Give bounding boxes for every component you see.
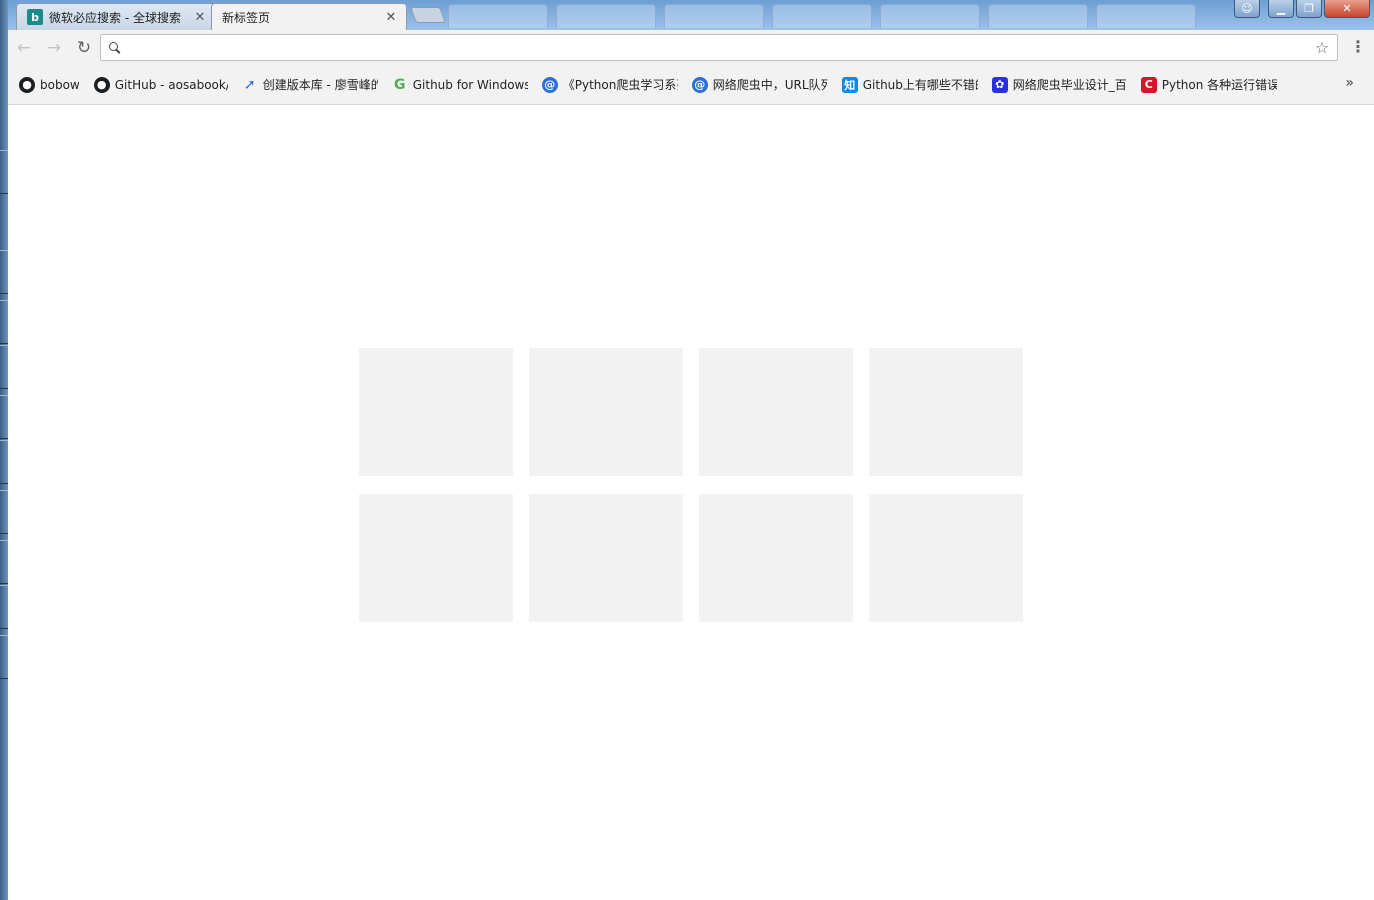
bookmark-item[interactable]: C Python 各种运行错误 <box>1140 72 1277 98</box>
tab-strip: b 微软必应搜索 - 全球搜索 ✕ 新标签页 ✕ ☺ ▁ ❐ ✕ <box>8 0 1374 30</box>
bookmark-item[interactable]: ● GitHub - aosabook/ <box>93 72 228 98</box>
profile-icon[interactable]: ☺ <box>1234 0 1260 18</box>
background-window-tab <box>664 4 764 28</box>
desktop-edge <box>0 0 8 900</box>
baidu-icon: ✿ <box>991 76 1008 93</box>
most-visited-tile[interactable] <box>699 348 853 476</box>
background-window-tab <box>448 4 548 28</box>
address-bar[interactable]: ☆ <box>100 34 1338 61</box>
bookmark-item[interactable]: @ 网络爬虫中，URL队列 <box>691 72 828 98</box>
github-windows-icon: G <box>393 76 406 93</box>
most-visited-tile[interactable] <box>529 348 683 476</box>
bookmark-label: 《Python爬虫学习系列 <box>562 78 678 92</box>
github-icon: ● <box>93 76 110 93</box>
most-visited-tile[interactable] <box>359 348 513 476</box>
back-icon[interactable]: ← <box>10 34 38 62</box>
tab-title: 微软必应搜索 - 全球搜索 <box>49 10 181 25</box>
address-input[interactable] <box>128 36 1311 59</box>
background-window-tab <box>772 4 872 28</box>
bookmark-item[interactable]: 知 Github上有哪些不错的 <box>841 72 978 98</box>
bookmark-label: 网络爬虫中，URL队列 <box>712 78 828 92</box>
github-icon: ● <box>19 76 35 93</box>
bookmark-item[interactable]: ➚ 创建版本库 - 廖雪峰的 <box>242 72 378 98</box>
new-tab-page <box>8 106 1374 900</box>
bookmark-label: bobow <box>40 77 80 92</box>
bookmarks-bar: ● bobow ● GitHub - aosabook/ ➚ 创建版本库 - 廖… <box>8 65 1374 105</box>
bookmark-label: Python 各种运行错误 <box>1161 78 1277 92</box>
window-controls: ☺ ▁ ❐ ✕ <box>1234 0 1370 18</box>
bookmark-star-icon[interactable]: ☆ <box>1311 38 1333 57</box>
most-visited-tile[interactable] <box>699 494 853 622</box>
cnblogs-icon: @ <box>541 76 558 93</box>
bookmark-item[interactable]: ✿ 网络爬虫毕业设计_百 <box>991 72 1127 98</box>
close-icon[interactable]: ✕ <box>384 10 398 25</box>
bookmark-item[interactable]: @ 《Python爬虫学习系列 <box>541 72 678 98</box>
close-icon[interactable]: ✕ <box>193 10 207 25</box>
tab-bing[interactable]: b 微软必应搜索 - 全球搜索 ✕ <box>16 3 216 30</box>
background-window-tab <box>1096 4 1196 28</box>
background-window-tab <box>556 4 656 28</box>
bookmark-label: GitHub - aosabook/ <box>114 77 228 92</box>
reload-icon[interactable]: ↻ <box>70 34 98 62</box>
background-window-tab <box>880 4 980 28</box>
cnblogs-icon: @ <box>691 76 708 93</box>
most-visited-tile[interactable] <box>869 494 1023 622</box>
search-icon <box>108 41 122 55</box>
most-visited-tile[interactable] <box>529 494 683 622</box>
menu-icon[interactable]: ⋮ <box>1350 36 1366 58</box>
background-window-tab <box>988 4 1088 28</box>
rocket-icon: ➚ <box>243 76 256 93</box>
most-visited-tile[interactable] <box>869 348 1023 476</box>
zhihu-icon: 知 <box>841 76 858 93</box>
tab-title: 新标签页 <box>222 10 271 25</box>
new-tab-button[interactable] <box>410 7 446 23</box>
close-window-icon[interactable]: ✕ <box>1324 0 1370 18</box>
bookmark-label: Github for Windows <box>412 77 528 92</box>
bookmark-item[interactable]: ● bobow <box>19 72 80 98</box>
bookmark-label: 网络爬虫毕业设计_百 <box>1012 78 1127 92</box>
bookmark-label: 创建版本库 - 廖雪峰的 <box>262 78 378 92</box>
bookmark-item[interactable]: G Github for Windows <box>392 72 528 98</box>
most-visited-tile[interactable] <box>359 494 513 622</box>
csdn-icon: C <box>1140 76 1157 93</box>
minimize-icon[interactable]: ▁ <box>1268 0 1294 18</box>
bookmarks-overflow-icon[interactable]: » <box>1345 75 1354 91</box>
browser-toolbar: ← → ↻ ☆ ⋮ <box>8 30 1374 65</box>
maximize-icon[interactable]: ❐ <box>1296 0 1322 18</box>
most-visited-grid <box>359 348 1023 622</box>
bing-icon: b <box>27 9 43 25</box>
forward-icon[interactable]: → <box>40 34 68 62</box>
tab-new-tab[interactable]: 新标签页 ✕ <box>211 3 407 30</box>
bookmark-label: Github上有哪些不错的 <box>862 78 978 92</box>
